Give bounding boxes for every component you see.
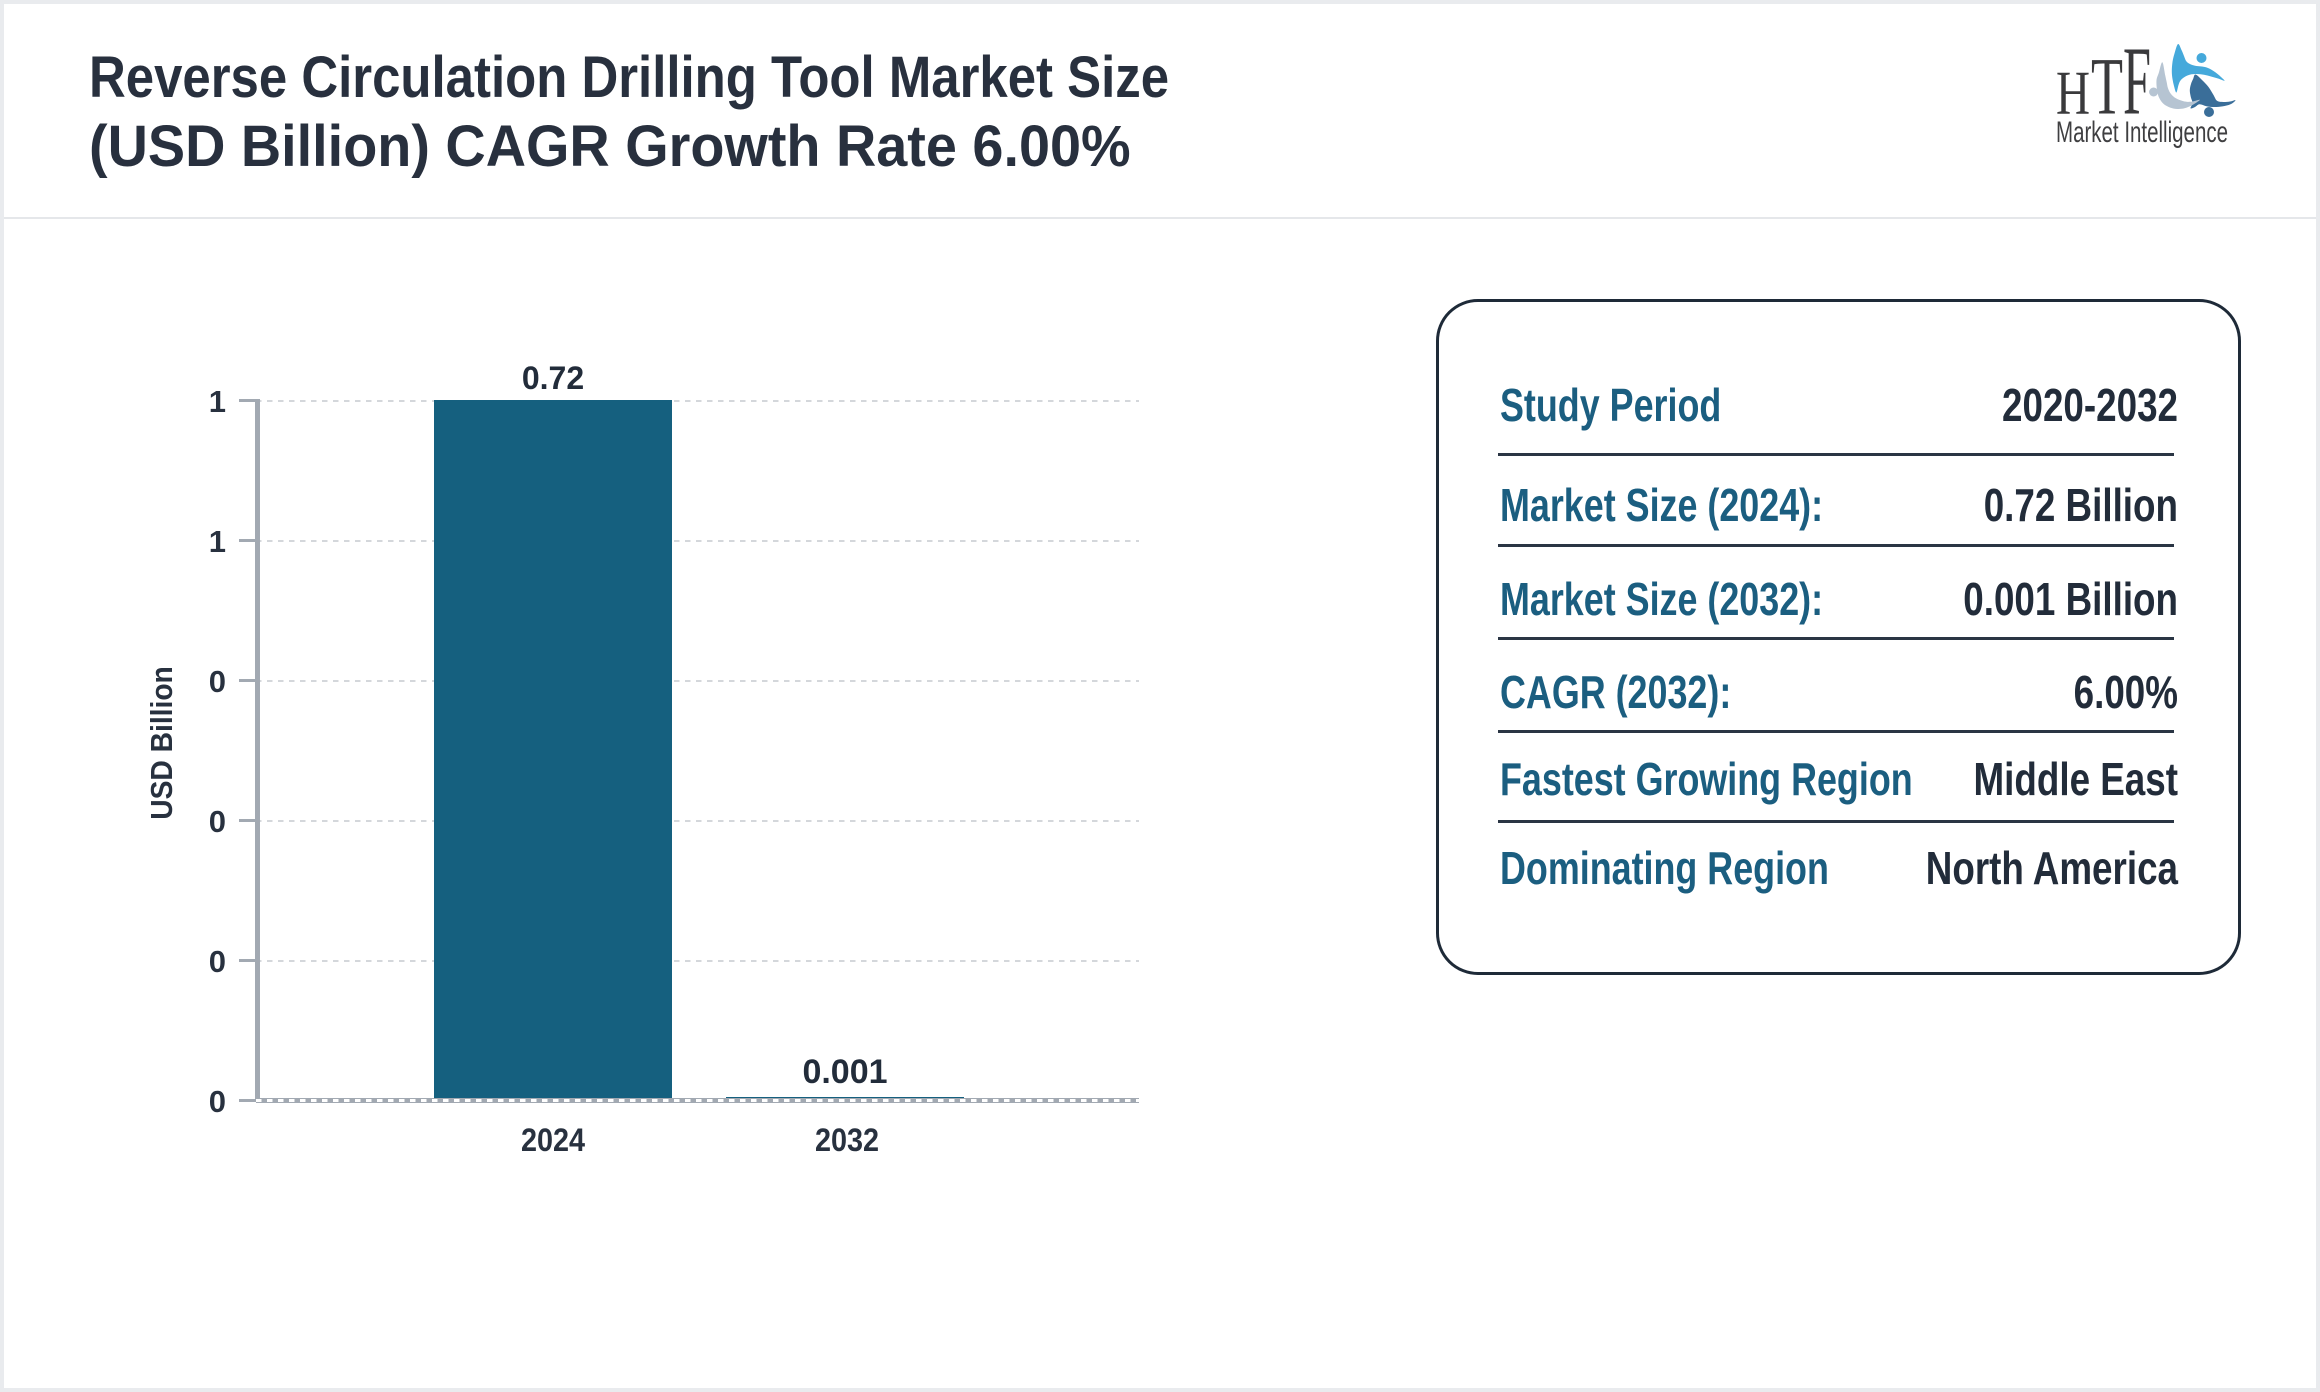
- svg-text:Market Intelligence: Market Intelligence: [2056, 116, 2228, 149]
